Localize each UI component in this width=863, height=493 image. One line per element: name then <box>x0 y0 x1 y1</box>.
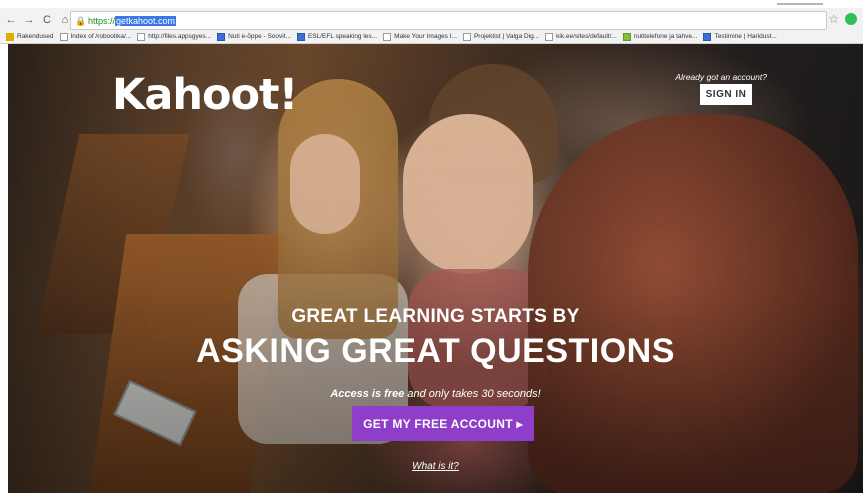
hero-section: Kahoot! Already got an account? SIGN IN … <box>8 44 863 493</box>
apps-grid-icon <box>6 32 14 41</box>
bookmark-label: Rakendused <box>17 33 54 40</box>
browser-toolbar: ← → C ⌂ 🔒 https:// getkahoot.com ☆ <box>0 10 863 30</box>
reload-icon[interactable]: C <box>40 13 54 27</box>
access-bold-text: Access is free <box>330 388 405 400</box>
bookmark-item[interactable]: Testimine | Haridust... <box>703 32 777 41</box>
bookmark-item[interactable]: http://files.appsgyes... <box>137 32 212 41</box>
bookmark-label: Testimine | Haridust... <box>714 33 777 40</box>
tab-strip <box>0 0 863 8</box>
bookmark-icon <box>296 32 305 41</box>
bookmark-icon <box>622 32 631 41</box>
browser-chrome: ← → C ⌂ 🔒 https:// getkahoot.com ☆ Raken… <box>0 0 863 44</box>
access-rest-text: and only takes 30 seconds! <box>404 388 541 400</box>
tagline-line-1: GREAT LEARNING STARTS BY <box>291 306 580 327</box>
forward-arrow-icon[interactable]: → <box>22 13 36 27</box>
kahoot-logo[interactable]: Kahoot! <box>112 70 298 120</box>
bookmark-label: Nuti e-õppe - Soovit... <box>228 33 291 40</box>
page-icon <box>59 32 68 41</box>
bookmark-item[interactable]: Nuti e-õppe - Soovit... <box>217 32 291 41</box>
bookmark-star-icon[interactable]: ☆ <box>828 12 839 26</box>
access-text: Access is free and only takes 30 seconds… <box>8 388 863 400</box>
bookmark-item[interactable]: Make Your Images I... <box>383 32 457 41</box>
lock-icon: 🔒 <box>75 15 87 26</box>
extension-icon[interactable] <box>845 13 857 25</box>
bookmark-label: ESL/EFL speaking les... <box>307 33 378 40</box>
bookmark-item[interactable]: ESL/EFL speaking les... <box>296 32 378 41</box>
bookmark-label: Make Your Images I... <box>394 33 457 40</box>
tab-indicator <box>777 3 823 5</box>
bookmark-item[interactable]: nutitelefone ja tahve... <box>622 32 698 41</box>
what-is-it-link[interactable]: What is it? <box>8 461 863 472</box>
bookmark-item[interactable]: Index of /robootika/... <box>59 32 132 41</box>
bookmark-icon <box>217 32 226 41</box>
bookmark-label: http://files.appsgyes... <box>148 33 212 40</box>
sign-in-button[interactable]: SIGN IN <box>700 84 752 105</box>
bookmark-item[interactable]: kik.ee/sites/default/... <box>545 32 617 41</box>
tagline-line-2: ASKING GREAT QUESTIONS <box>196 332 675 370</box>
address-bar[interactable]: 🔒 https:// getkahoot.com <box>70 11 827 30</box>
bookmark-label: kik.ee/sites/default/... <box>556 33 617 40</box>
page-icon <box>137 32 146 41</box>
page-icon <box>545 32 554 41</box>
page-icon <box>462 32 471 41</box>
url-scheme: https:// <box>88 15 116 26</box>
already-account-text: Already got an account? <box>675 72 767 82</box>
bookmarks-bar: Rakendused Index of /robootika/... http:… <box>0 30 863 43</box>
bookmark-icon <box>383 32 392 41</box>
bookmark-label: Index of /robootika/... <box>70 33 132 40</box>
bookmark-item[interactable]: Projektist | Valga Dig... <box>462 32 540 41</box>
back-arrow-icon[interactable]: ← <box>4 13 18 27</box>
bookmark-icon <box>703 32 712 41</box>
bookmark-label: nutitelefone ja tahve... <box>633 33 698 40</box>
url-host: getkahoot.com <box>115 15 177 26</box>
get-free-account-button[interactable]: GET MY FREE ACCOUNT ▸ <box>352 406 534 441</box>
bookmark-label: Projektist | Valga Dig... <box>473 33 540 40</box>
bookmark-item[interactable]: Rakendused <box>6 32 54 41</box>
